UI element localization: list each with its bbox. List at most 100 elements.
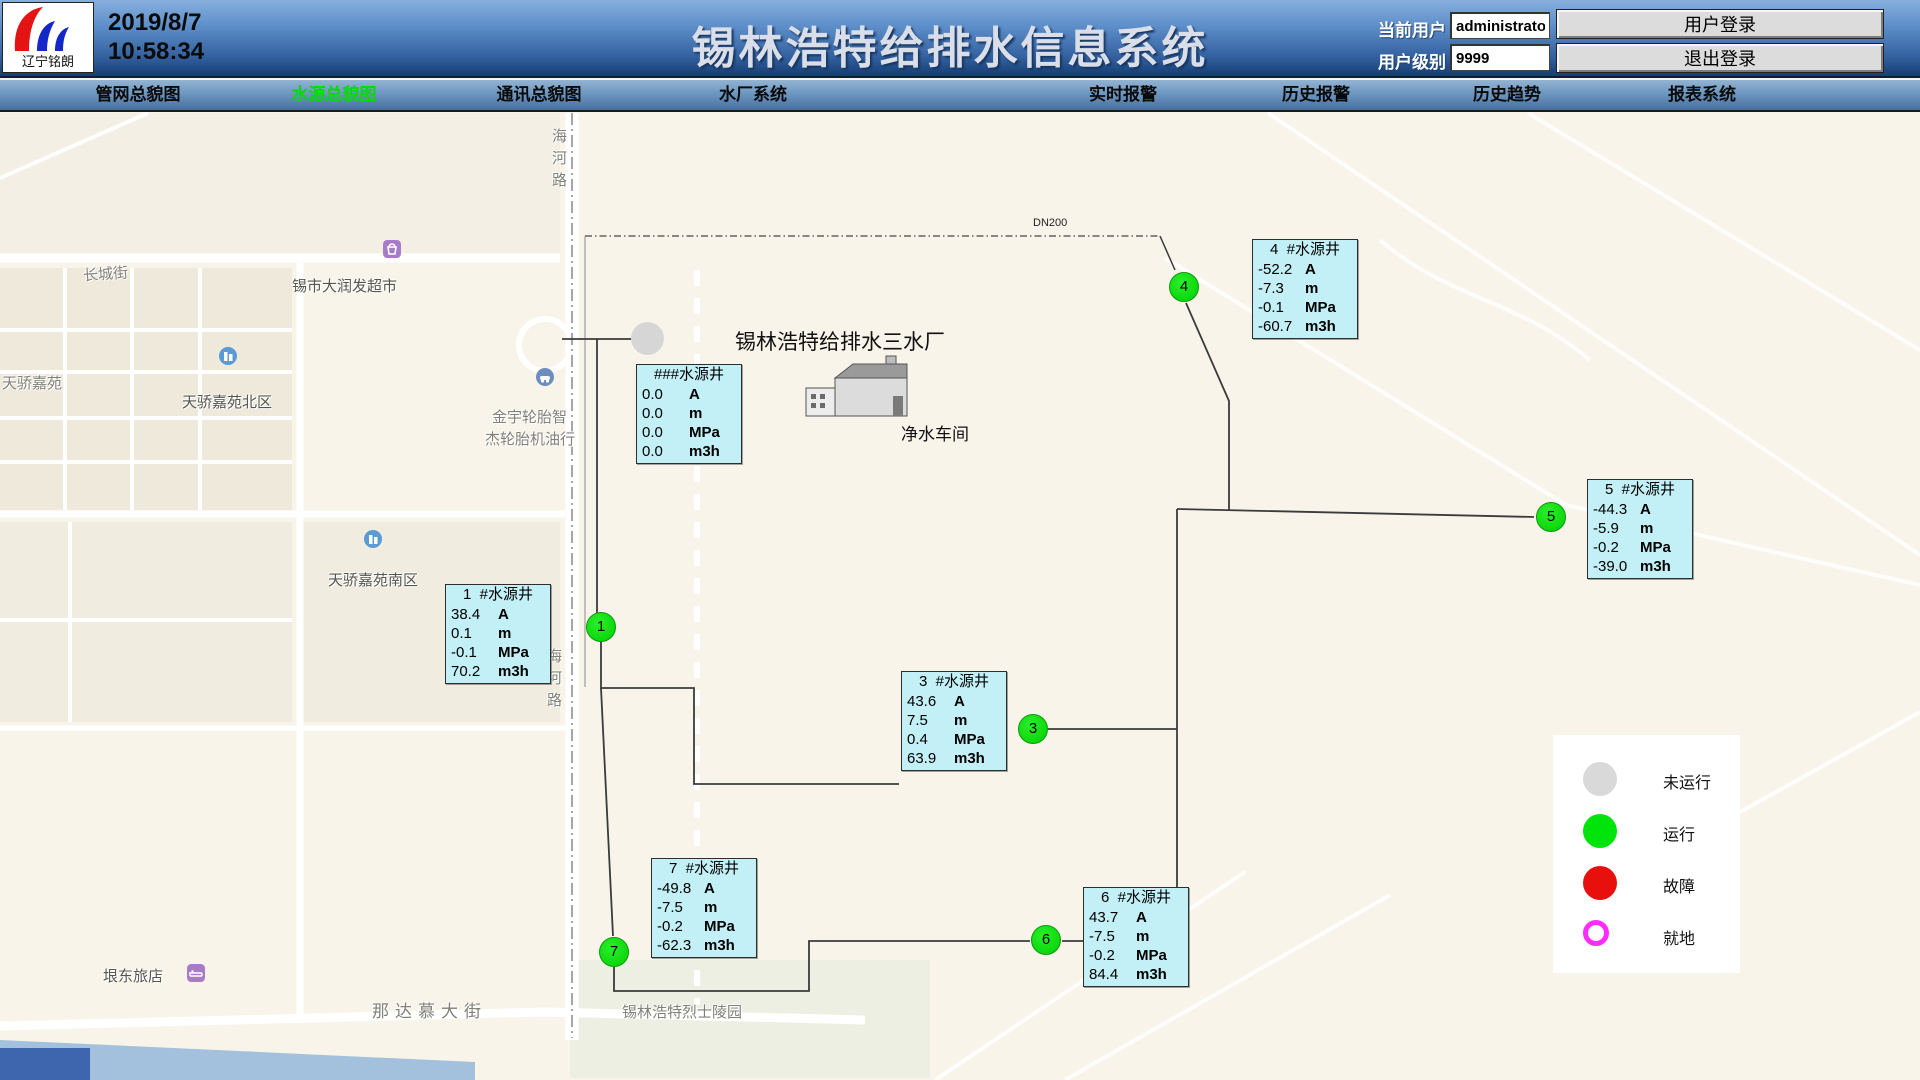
well-flow-value: -39.0	[1593, 558, 1627, 575]
well-title: 1 #水源井	[446, 585, 550, 605]
well-title: 5 #水源井	[1588, 480, 1692, 500]
poi-label-tianjiao-north: 天骄嘉苑北区	[182, 391, 272, 412]
nav-tab-history-alarm[interactable]: 历史报警	[1282, 80, 1350, 112]
well-flow-value: 63.9	[907, 750, 936, 767]
well-pressure-value: -0.2	[657, 918, 683, 935]
well-level-unit: m	[1640, 519, 1653, 538]
well-box-unassigned[interactable]: ###水源井 0.0A 0.0m 0.0MPa 0.0m3h	[636, 364, 742, 464]
well-pressure-unit: MPa	[1305, 298, 1336, 317]
residence-south-icon	[364, 530, 382, 548]
nav-tab-report-system[interactable]: 报表系统	[1668, 80, 1736, 112]
well-box-4[interactable]: 4 #水源井 -52.2A -7.3m -0.1MPa -60.7m3h	[1252, 239, 1358, 339]
well-level-unit: m	[704, 898, 717, 917]
company-logo: 辽宁铭朗	[2, 2, 94, 73]
user-level-input[interactable]	[1450, 44, 1550, 71]
app-header: 辽宁铭朗 2019/8/7 10:58:34 锡林浩特给排水信息系统 当前用户 …	[0, 0, 1920, 78]
street-label-haihe-road-top: 海河路	[548, 128, 569, 194]
well-marker-6[interactable]: 6	[1031, 925, 1061, 955]
well-current-value: 0.0	[642, 386, 663, 403]
well-level-value: -7.5	[657, 899, 683, 916]
well-pressure-unit: MPa	[689, 423, 720, 442]
well-marker-4[interactable]: 4	[1169, 272, 1199, 302]
datetime-display: 2019/8/7 10:58:34	[108, 8, 204, 66]
legend-idle-label: 未运行	[1663, 769, 1711, 793]
well-title: 6 #水源井	[1084, 888, 1188, 908]
well-pressure-value: -0.1	[451, 644, 477, 661]
well-flow-value: -60.7	[1258, 318, 1292, 335]
poi-label-martyrs-cemetery: 锡林浩特烈士陵园	[622, 1001, 742, 1022]
well-pressure-value: 0.4	[907, 731, 928, 748]
tire-shop-icon	[536, 368, 554, 386]
nav-tab-water-source-overview[interactable]: 水源总貌图	[292, 80, 377, 112]
well-box-7[interactable]: 7 #水源井 -49.8 A -7.5 m -0.2 MPa -62.3 m3h	[651, 858, 757, 958]
well-pressure-value: -0.2	[1089, 947, 1115, 964]
street-label-changcheng: 长城街	[82, 261, 128, 285]
well-level-value: 0.0	[642, 405, 663, 422]
well-current-value: -44.3	[1593, 501, 1627, 518]
current-user-input[interactable]	[1450, 12, 1550, 39]
well-flow-unit: m3h	[1136, 965, 1167, 984]
well-current-value: -49.8	[657, 880, 691, 897]
well-box-3[interactable]: 3 #水源井 43.6A 7.5m 0.4MPa 63.9m3h	[901, 671, 1007, 771]
well-current-unit: A	[1136, 908, 1147, 927]
well-marker-7[interactable]: 7	[599, 937, 629, 967]
legend-running-label: 运行	[1663, 821, 1695, 845]
well-pressure-value: -0.2	[1593, 539, 1619, 556]
well-flow-value: 70.2	[451, 663, 480, 680]
legend-fault-label: 故障	[1663, 873, 1695, 897]
well-pressure-value: 0.0	[642, 424, 663, 441]
nav-tab-history-trend[interactable]: 历史趋势	[1473, 80, 1541, 112]
pipe-diameter-label: DN200	[1033, 217, 1067, 229]
user-level-label: 用户级别	[1378, 48, 1446, 73]
well-flow-unit: m3h	[704, 936, 735, 955]
well-level-value: -7.3	[1258, 280, 1284, 297]
well-current-unit: A	[689, 385, 700, 404]
well-current-unit: A	[704, 879, 715, 898]
nav-tab-communication-overview[interactable]: 通讯总貌图	[497, 80, 582, 112]
well-title: 7 #水源井	[652, 859, 756, 879]
well-pressure-unit: MPa	[954, 730, 985, 749]
nav-tab-realtime-alarm[interactable]: 实时报警	[1089, 80, 1157, 112]
well-level-unit: m	[954, 711, 967, 730]
well-level-value: -7.5	[1089, 928, 1115, 945]
well-box-1[interactable]: 1 #水源井 38.4A 0.1m -0.1MPa 70.2m3h	[445, 584, 551, 684]
well-box-6[interactable]: 6 #水源井 43.7A -7.5m -0.2MPa 84.4m3h	[1083, 887, 1189, 987]
well-marker-1[interactable]: 1	[586, 612, 616, 642]
well-current-unit: A	[954, 692, 965, 711]
well-level-value: 0.1	[451, 625, 472, 642]
well-current-value: 43.6	[907, 693, 936, 710]
well-level-unit: m	[498, 624, 511, 643]
well-pressure-unit: MPa	[498, 643, 529, 662]
well-box-5[interactable]: 5 #水源井 -44.3A -5.9m -0.2MPa -39.0m3h	[1587, 479, 1693, 579]
legend-local-icon	[1583, 920, 1609, 946]
street-label-nadamu: 那达慕大街	[372, 997, 487, 1022]
main-nav: 管网总貌图 水源总貌图 通讯总貌图 水厂系统 实时报警 历史报警 历史趋势 报表…	[0, 80, 1920, 112]
time-text: 10:58:34	[108, 37, 204, 66]
well-title: 3 #水源井	[902, 672, 1006, 692]
status-legend: 未运行 运行 故障 就地	[1553, 735, 1740, 973]
well-pressure-value: -0.1	[1258, 299, 1284, 316]
well-marker-5[interactable]: 5	[1536, 502, 1566, 532]
login-button[interactable]: 用户登录	[1556, 9, 1884, 39]
well-level-unit: m	[689, 404, 702, 423]
well-flow-unit: m3h	[1640, 557, 1671, 576]
well-current-value: -52.2	[1258, 261, 1292, 278]
poi-label-jinyu-tire-1: 金宇轮胎智	[492, 406, 567, 427]
well-level-value: -5.9	[1593, 520, 1619, 537]
well-flow-unit: m3h	[1305, 317, 1336, 336]
logout-button[interactable]: 退出登录	[1556, 43, 1884, 73]
nav-tab-water-plant-system[interactable]: 水厂系统	[719, 80, 787, 112]
page-title: 锡林浩特给排水信息系统	[692, 12, 1209, 76]
date-text: 2019/8/7	[108, 8, 204, 37]
well-flow-value: -62.3	[657, 937, 691, 954]
well-title: ###水源井	[637, 365, 741, 385]
well-pressure-unit: MPa	[1136, 946, 1167, 965]
well-current-unit: A	[1305, 260, 1316, 279]
well-pressure-unit: MPa	[704, 917, 735, 936]
nav-tab-pipe-network-overview[interactable]: 管网总貌图	[96, 80, 181, 112]
well-marker-3[interactable]: 3	[1018, 714, 1048, 744]
shopping-icon	[383, 240, 401, 258]
well-marker-idle[interactable]	[631, 322, 664, 355]
poi-label-runfa-market: 锡市大润发超市	[292, 275, 397, 296]
plant-name-label: 锡林浩特给排水三水厂	[735, 326, 945, 356]
